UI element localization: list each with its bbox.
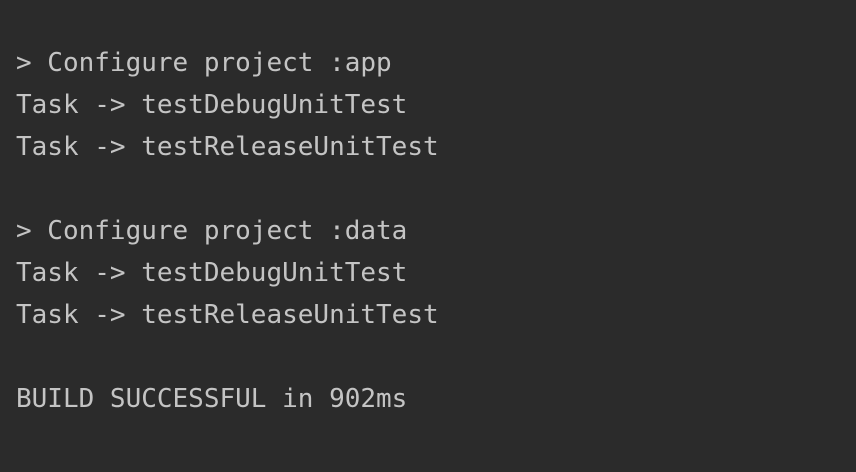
data-task-debug-line: Task -> testDebugUnitTest — [16, 258, 408, 288]
configure-app-line: > Configure project :app — [16, 48, 392, 78]
app-task-debug-line: Task -> testDebugUnitTest — [16, 90, 408, 120]
app-task-release-line: Task -> testReleaseUnitTest — [16, 132, 439, 162]
configure-data-line: > Configure project :data — [16, 216, 408, 246]
build-output-console[interactable]: > Configure project :app Task -> testDeb… — [0, 0, 856, 472]
build-status-line: BUILD SUCCESSFUL in 902ms — [16, 384, 408, 414]
data-task-release-line: Task -> testReleaseUnitTest — [16, 300, 439, 330]
